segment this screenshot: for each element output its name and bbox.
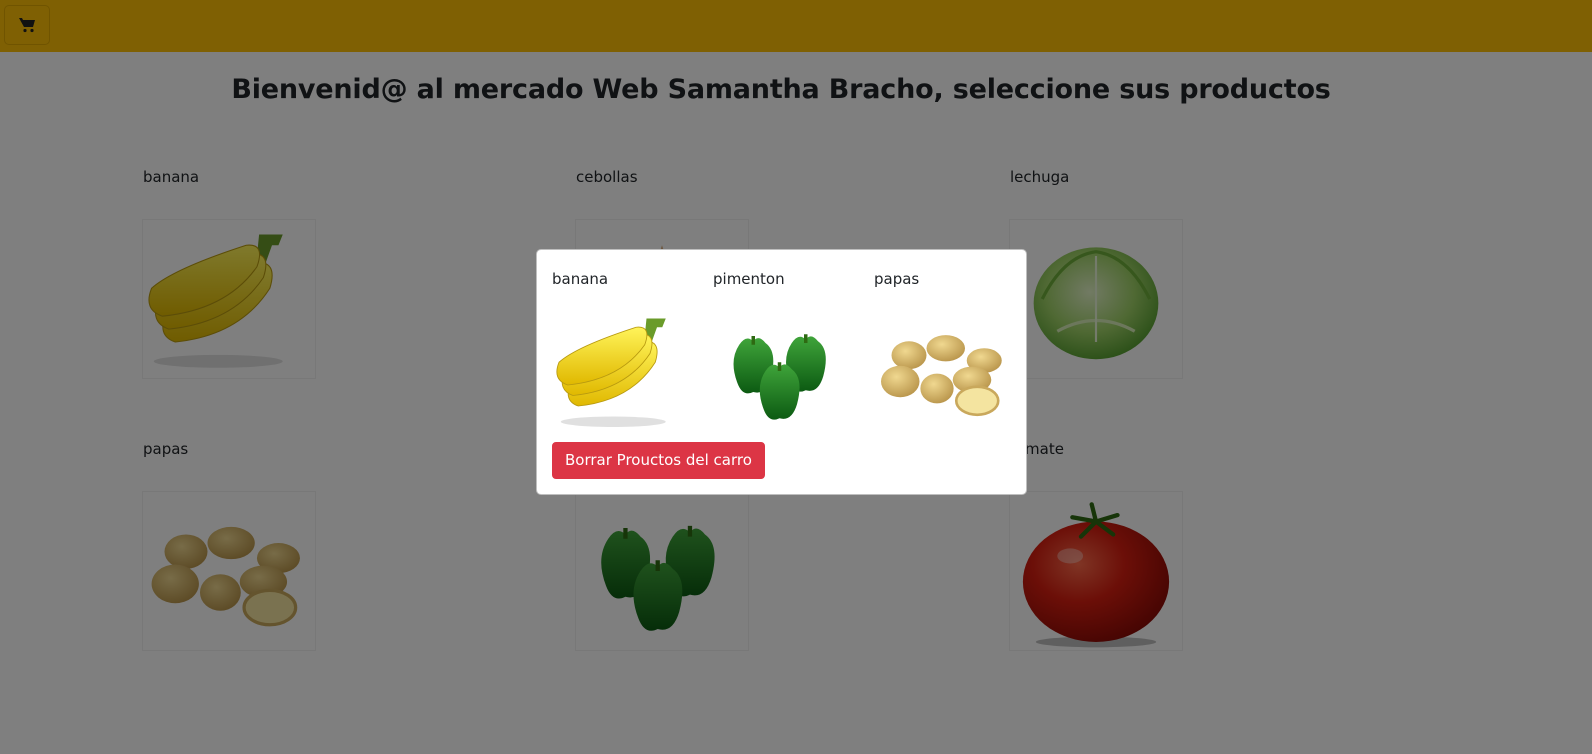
cart-modal: banana pimenton papas Borrar Prouctos de… bbox=[536, 249, 1027, 495]
cart-item-name: papas bbox=[874, 270, 920, 288]
pepper-image bbox=[713, 306, 853, 436]
cart-item-name: banana bbox=[552, 270, 609, 288]
potatoes-image bbox=[874, 306, 1014, 436]
cart-item-name: pimenton bbox=[713, 270, 785, 288]
banana-image bbox=[552, 306, 692, 436]
clear-cart-button[interactable]: Borrar Prouctos del carro bbox=[552, 442, 765, 479]
